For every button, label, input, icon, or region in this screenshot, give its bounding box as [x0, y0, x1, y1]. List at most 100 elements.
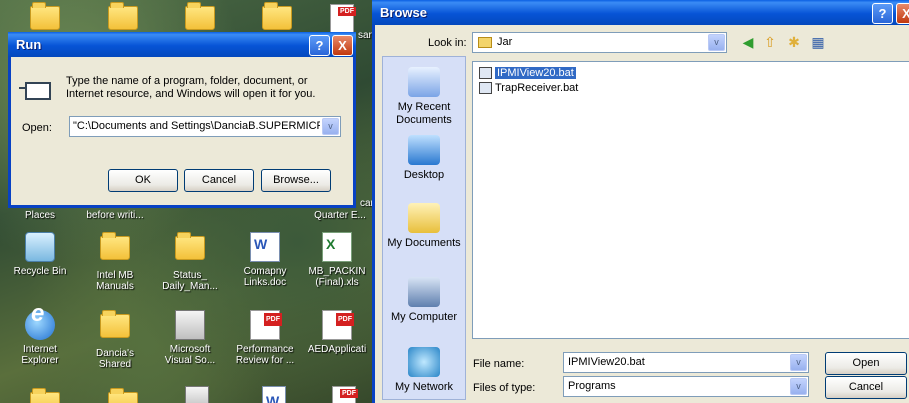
file-name-input[interactable]: IPMIView20.bat: [568, 356, 645, 368]
desktop-icon-label: Intel MB Manuals: [96, 270, 134, 292]
folder-icon: [108, 388, 138, 403]
pdf-icon: [330, 4, 356, 34]
chevron-down-icon[interactable]: v: [708, 34, 725, 51]
cancel-button[interactable]: Cancel: [825, 376, 907, 399]
place-label: My Computer: [390, 311, 458, 323]
partial-label-cane: cane: [360, 198, 372, 209]
batch-file-icon: [479, 67, 492, 79]
desktop-icon-mb-packing[interactable]: MB_PACKIN (Final).xls: [302, 232, 372, 288]
desktop: sar cane Places before writi... Quarter …: [0, 0, 372, 403]
run-title: Run: [16, 37, 42, 52]
desktop-icon: [408, 135, 440, 165]
close-button[interactable]: X: [332, 35, 353, 56]
file-item-trapreceiver[interactable]: TrapReceiver.bat: [477, 81, 578, 95]
visual-studio-icon: [175, 310, 205, 340]
desktop-icon-partial-2[interactable]: [108, 2, 138, 30]
desktop-icon-label: Comapny Links.doc: [243, 266, 287, 288]
folder-icon: [30, 2, 60, 30]
files-of-type-value: Programs: [568, 380, 616, 392]
place-my-recent-documents[interactable]: My Recent Documents: [383, 67, 465, 127]
desktop-icon-partial-5[interactable]: [330, 4, 356, 34]
folder-icon: [175, 232, 205, 260]
place-my-network[interactable]: My Network: [383, 347, 465, 394]
partial-label-sar: sar: [358, 30, 372, 41]
desktop-icon-partial-9[interactable]: [262, 386, 286, 403]
new-folder-icon[interactable]: ✱: [785, 33, 803, 51]
desktop-icon-places[interactable]: Places: [5, 210, 75, 221]
close-icon: X: [902, 6, 909, 21]
close-button[interactable]: X: [896, 3, 909, 24]
batch-file-icon: [479, 82, 492, 94]
desktop-icon-label: AEDApplicati: [307, 344, 367, 355]
desktop-icon-partial-8[interactable]: [185, 386, 209, 403]
help-button[interactable]: ?: [872, 3, 893, 24]
ok-button[interactable]: OK: [108, 169, 178, 192]
place-my-documents[interactable]: My Documents: [383, 203, 465, 250]
open-input[interactable]: "C:\Documents and Settings\DanciaB.SUPER…: [73, 120, 320, 132]
folder-icon: [185, 2, 215, 30]
desktop-icon-label: Recycle Bin: [13, 266, 67, 277]
folder-icon: [100, 310, 130, 338]
help-icon: ?: [315, 38, 324, 53]
open-button[interactable]: Open: [825, 352, 907, 375]
pdf-icon: [322, 310, 354, 340]
desktop-icon-microsoft-visual-so[interactable]: Microsoft Visual So...: [155, 310, 225, 366]
chevron-down-icon[interactable]: v: [322, 118, 339, 135]
desktop-icon-partial-3[interactable]: [185, 2, 215, 30]
open-combobox[interactable]: "C:\Documents and Settings\DanciaB.SUPER…: [69, 116, 341, 137]
desktop-icon-partial-7[interactable]: [108, 388, 138, 403]
browse-dialog: Browse ? X Look in: Jar v ◀ ⇧ ✱ ▦ My Rec…: [372, 0, 909, 403]
files-of-type-label: Files of type:: [473, 382, 536, 394]
view-menu-icon[interactable]: ▦: [809, 33, 827, 51]
desktop-icon-label: Places: [24, 210, 55, 221]
desktop-icon-partial-6[interactable]: [30, 388, 60, 403]
place-my-computer[interactable]: My Computer: [383, 277, 465, 324]
run-title-bar[interactable]: Run ? X: [8, 32, 356, 57]
desktop-icon-label: MB_PACKIN (Final).xls: [308, 266, 366, 288]
desktop-icon-comapny-links[interactable]: Comapny Links.doc: [230, 232, 300, 288]
desktop-icon-partial-10[interactable]: [332, 386, 358, 403]
desktop-icon-partial-4[interactable]: [262, 2, 292, 30]
help-icon: ?: [878, 6, 887, 21]
file-name-combobox[interactable]: IPMIView20.bat v: [563, 352, 809, 373]
place-label: My Network: [394, 381, 454, 393]
file-item-ipmiview20[interactable]: IPMIView20.bat: [477, 66, 576, 80]
desktop-icon-quarter-e[interactable]: Quarter E...: [305, 210, 372, 221]
place-label: Desktop: [403, 169, 445, 181]
desktop-icon-status-daily[interactable]: Status_ Daily_Man...: [155, 232, 225, 292]
desktop-icon-label: Microsoft Visual So...: [164, 344, 216, 366]
pdf-icon: [332, 386, 358, 403]
file-list[interactable]: IPMIView20.bat TrapReceiver.bat: [472, 61, 909, 339]
desktop-icon-dancias-shared[interactable]: Dancia's Shared: [80, 310, 150, 370]
pdf-icon: [250, 310, 282, 340]
run-dialog: Run ? X Type the name of a program, fold…: [8, 32, 356, 208]
desktop-icon-aedapplicati[interactable]: AEDApplicati: [302, 310, 372, 355]
chevron-down-icon[interactable]: v: [790, 378, 807, 395]
desktop-icon-recycle-bin[interactable]: Recycle Bin: [5, 232, 75, 277]
up-folder-icon[interactable]: ⇧: [761, 33, 779, 51]
folder-icon: [100, 232, 130, 260]
files-of-type-select[interactable]: Programs v: [563, 376, 809, 397]
desktop-icon-label: Dancia's Shared: [95, 348, 135, 370]
help-button[interactable]: ?: [309, 35, 330, 56]
chevron-down-icon[interactable]: v: [790, 354, 807, 371]
desktop-icon-internet-explorer[interactable]: Internet Explorer: [5, 308, 75, 366]
desktop-icon-intel-mb-manuals[interactable]: Intel MB Manuals: [80, 232, 150, 292]
run-program-icon: [19, 82, 51, 100]
excel-spreadsheet-icon: [322, 232, 352, 262]
desktop-icon-performance-review[interactable]: Performance Review for ...: [230, 310, 300, 366]
desktop-icon-before-writing[interactable]: before writi...: [80, 210, 150, 221]
back-icon[interactable]: ◀: [739, 33, 757, 51]
place-desktop[interactable]: Desktop: [383, 135, 465, 182]
my-network-icon: [408, 347, 440, 377]
look-in-combobox[interactable]: Jar v: [472, 32, 727, 53]
desktop-icon-label: Quarter E...: [314, 210, 366, 221]
folder-icon: [262, 2, 292, 30]
desktop-icon-partial-1[interactable]: [30, 2, 60, 30]
cancel-button[interactable]: Cancel: [184, 169, 254, 192]
places-bar: My Recent Documents Desktop My Documents…: [382, 56, 466, 400]
folder-icon: [30, 388, 60, 403]
browse-button[interactable]: Browse...: [261, 169, 331, 192]
browse-title-bar[interactable]: Browse ? X: [372, 0, 909, 25]
browse-title: Browse: [380, 5, 427, 20]
